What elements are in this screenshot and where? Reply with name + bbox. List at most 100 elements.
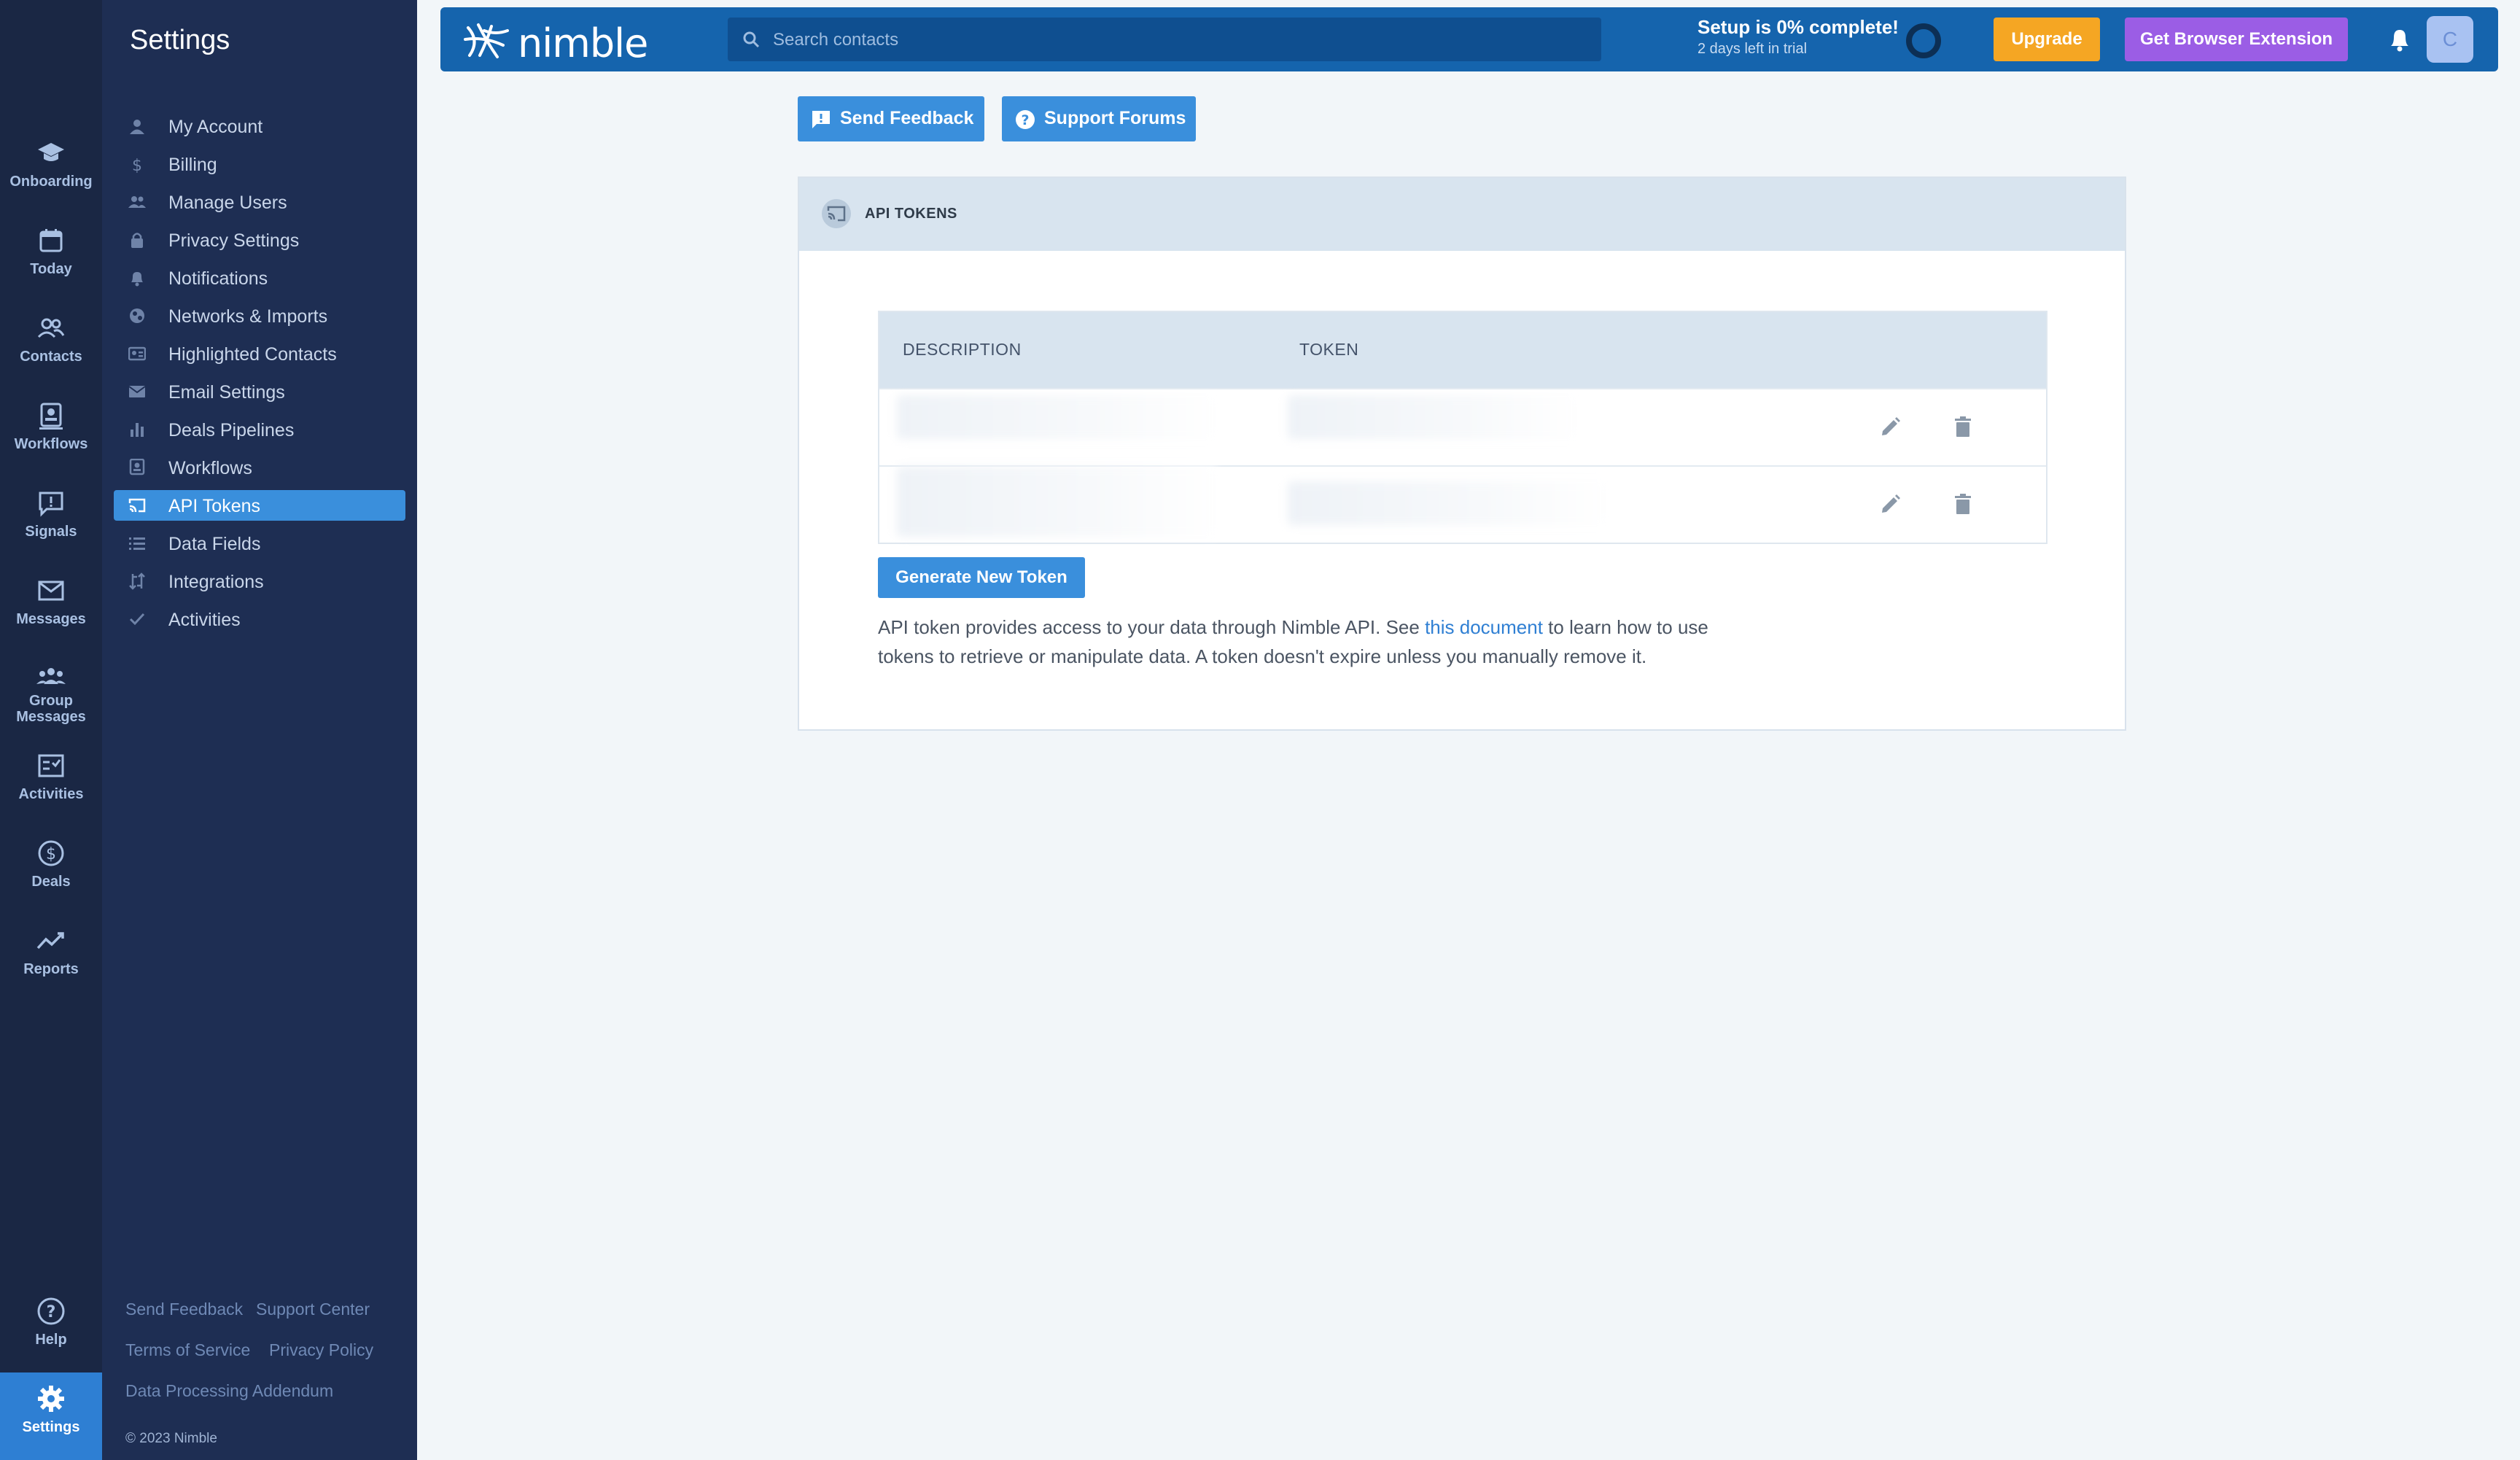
redacted-description [897, 467, 1218, 537]
gear-icon [38, 1386, 64, 1412]
menu-item-label: Email Settings [168, 382, 285, 403]
rail-label: Contacts [20, 349, 82, 365]
redacted-token [1288, 481, 1609, 525]
api-tokens-card: API TOKENS DESCRIPTION TOKEN Generate Ne… [798, 176, 2126, 731]
menu-item-data-fields[interactable]: Data Fields [114, 528, 405, 559]
globe-icon [130, 308, 144, 323]
redacted-token [1288, 395, 1579, 439]
trash-icon[interactable] [1948, 413, 1978, 442]
menu-item-billing[interactable]: $ Billing [114, 149, 405, 179]
menu-item-label: Workflows [168, 458, 252, 478]
nimble-logo-mark [464, 23, 509, 58]
rail-item-messages[interactable]: Messages [0, 575, 102, 627]
footer-terms-link[interactable]: Terms of Service [125, 1340, 250, 1360]
rail-label: Help [35, 1332, 67, 1348]
lock-icon [131, 233, 143, 248]
top-bar: nimble Setup is 0% complete! 2 days left… [440, 7, 2498, 71]
column-header-token: TOKEN [1299, 340, 1359, 359]
support-forums-button[interactable]: ? Support Forums [1002, 96, 1196, 141]
footer-dpa-link[interactable]: Data Processing Addendum [125, 1381, 333, 1401]
rail-item-group-messages[interactable]: Group Messages [0, 661, 102, 725]
menu-item-label: Manage Users [168, 193, 287, 213]
api-help-text-start: API token provides access to your data t… [878, 616, 1426, 638]
setup-progress-title[interactable]: Setup is 0% complete! [1698, 16, 1899, 39]
rail-item-reports[interactable]: Reports [0, 925, 102, 977]
rail-item-deals[interactable]: $ Deals [0, 837, 102, 890]
menu-item-notifications[interactable]: Notifications [114, 263, 405, 293]
menu-item-label: API Tokens [168, 496, 261, 516]
rail-item-contacts[interactable]: Contacts [0, 312, 102, 365]
menu-item-label: Highlighted Contacts [168, 344, 337, 365]
rail-label: Group Messages [16, 693, 86, 725]
menu-item-label: Integrations [168, 572, 264, 592]
rail-item-workflows[interactable]: Workflows [0, 400, 102, 452]
api-tokens-table: DESCRIPTION TOKEN [878, 311, 2048, 544]
rail-label: Activities [18, 786, 84, 802]
support-forums-label: Support Forums [1044, 108, 1186, 128]
menu-item-my-account[interactable]: My Account [114, 111, 405, 141]
send-feedback-label: Send Feedback [840, 108, 974, 128]
menu-item-privacy-settings[interactable]: Privacy Settings [114, 225, 405, 255]
rail-item-activities[interactable]: Activities [0, 750, 102, 802]
svg-text:?: ? [47, 1303, 56, 1321]
nimble-logo-text: nimble [518, 20, 648, 66]
bell-icon [131, 272, 143, 287]
envelope-icon [128, 386, 146, 397]
search-input[interactable] [771, 18, 1591, 63]
api-help-text: API token provides access to your data t… [878, 613, 1724, 671]
dollar-circle-icon: $ [38, 840, 64, 866]
card-header: API TOKENS [799, 178, 2125, 251]
trash-icon[interactable] [1948, 490, 1978, 519]
svg-text:$: $ [132, 157, 142, 173]
setup-progress-ring[interactable] [1905, 22, 1942, 60]
people-icon [128, 196, 146, 208]
footer-privacy-link[interactable]: Privacy Policy [269, 1340, 373, 1360]
bar-chart-icon [131, 423, 144, 437]
menu-item-email-settings[interactable]: Email Settings [114, 376, 405, 407]
menu-item-label: Networks & Imports [168, 306, 328, 327]
pencil-icon[interactable] [1875, 413, 1905, 442]
rail-label: Messages [16, 611, 86, 627]
rail-label: Settings [22, 1419, 80, 1435]
contacts-icon [37, 318, 65, 338]
upgrade-button[interactable]: Upgrade [1994, 18, 2100, 61]
rail-item-signals[interactable]: Signals [0, 487, 102, 540]
footer-send-feedback-link[interactable]: Send Feedback [125, 1300, 243, 1319]
menu-item-integrations[interactable]: Integrations [114, 566, 405, 597]
pencil-icon[interactable] [1875, 490, 1905, 519]
get-browser-extension-button[interactable]: Get Browser Extension [2125, 18, 2348, 61]
menu-item-label: Data Fields [168, 534, 261, 554]
id-card-icon [128, 346, 146, 361]
help-circle-icon: ? [37, 1297, 65, 1325]
menu-item-label: My Account [168, 117, 263, 137]
this-document-link[interactable]: this document [1425, 616, 1543, 638]
menu-item-label: Privacy Settings [168, 230, 300, 251]
rail-item-settings[interactable]: Settings [0, 1372, 102, 1460]
person-icon [130, 120, 144, 134]
menu-item-activities[interactable]: Activities [114, 604, 405, 634]
send-feedback-button[interactable]: Send Feedback [798, 96, 984, 141]
generate-new-token-button[interactable]: Generate New Token [878, 557, 1085, 598]
menu-item-highlighted-contacts[interactable]: Highlighted Contacts [114, 338, 405, 369]
cast-icon [822, 199, 851, 228]
dollar-icon: $ [132, 157, 142, 173]
rail-item-help[interactable]: ? Help [0, 1295, 102, 1348]
bell-icon[interactable] [2387, 26, 2412, 53]
svg-text:?: ? [1021, 112, 1029, 128]
rail-item-onboarding[interactable]: Onboarding [0, 137, 102, 190]
menu-item-manage-users[interactable]: Manage Users [114, 187, 405, 217]
rail-item-today[interactable]: Today [0, 225, 102, 277]
menu-item-api-tokens[interactable]: API Tokens [114, 490, 405, 521]
table-header: DESCRIPTION TOKEN [879, 312, 2046, 388]
footer-support-center-link[interactable]: Support Center [256, 1300, 370, 1319]
avatar[interactable]: C [2427, 16, 2473, 63]
menu-item-label: Deals Pipelines [168, 420, 295, 440]
calendar-icon [39, 229, 63, 252]
search-box[interactable] [728, 18, 1601, 63]
check-icon [129, 613, 145, 626]
help-circle-icon: ? [1016, 110, 1035, 129]
menu-item-deals-pipelines[interactable]: Deals Pipelines [114, 414, 405, 445]
menu-item-networks-imports[interactable]: Networks & Imports [114, 300, 405, 331]
card-title: API TOKENS [865, 206, 957, 222]
menu-item-workflows[interactable]: Workflows [114, 452, 405, 483]
